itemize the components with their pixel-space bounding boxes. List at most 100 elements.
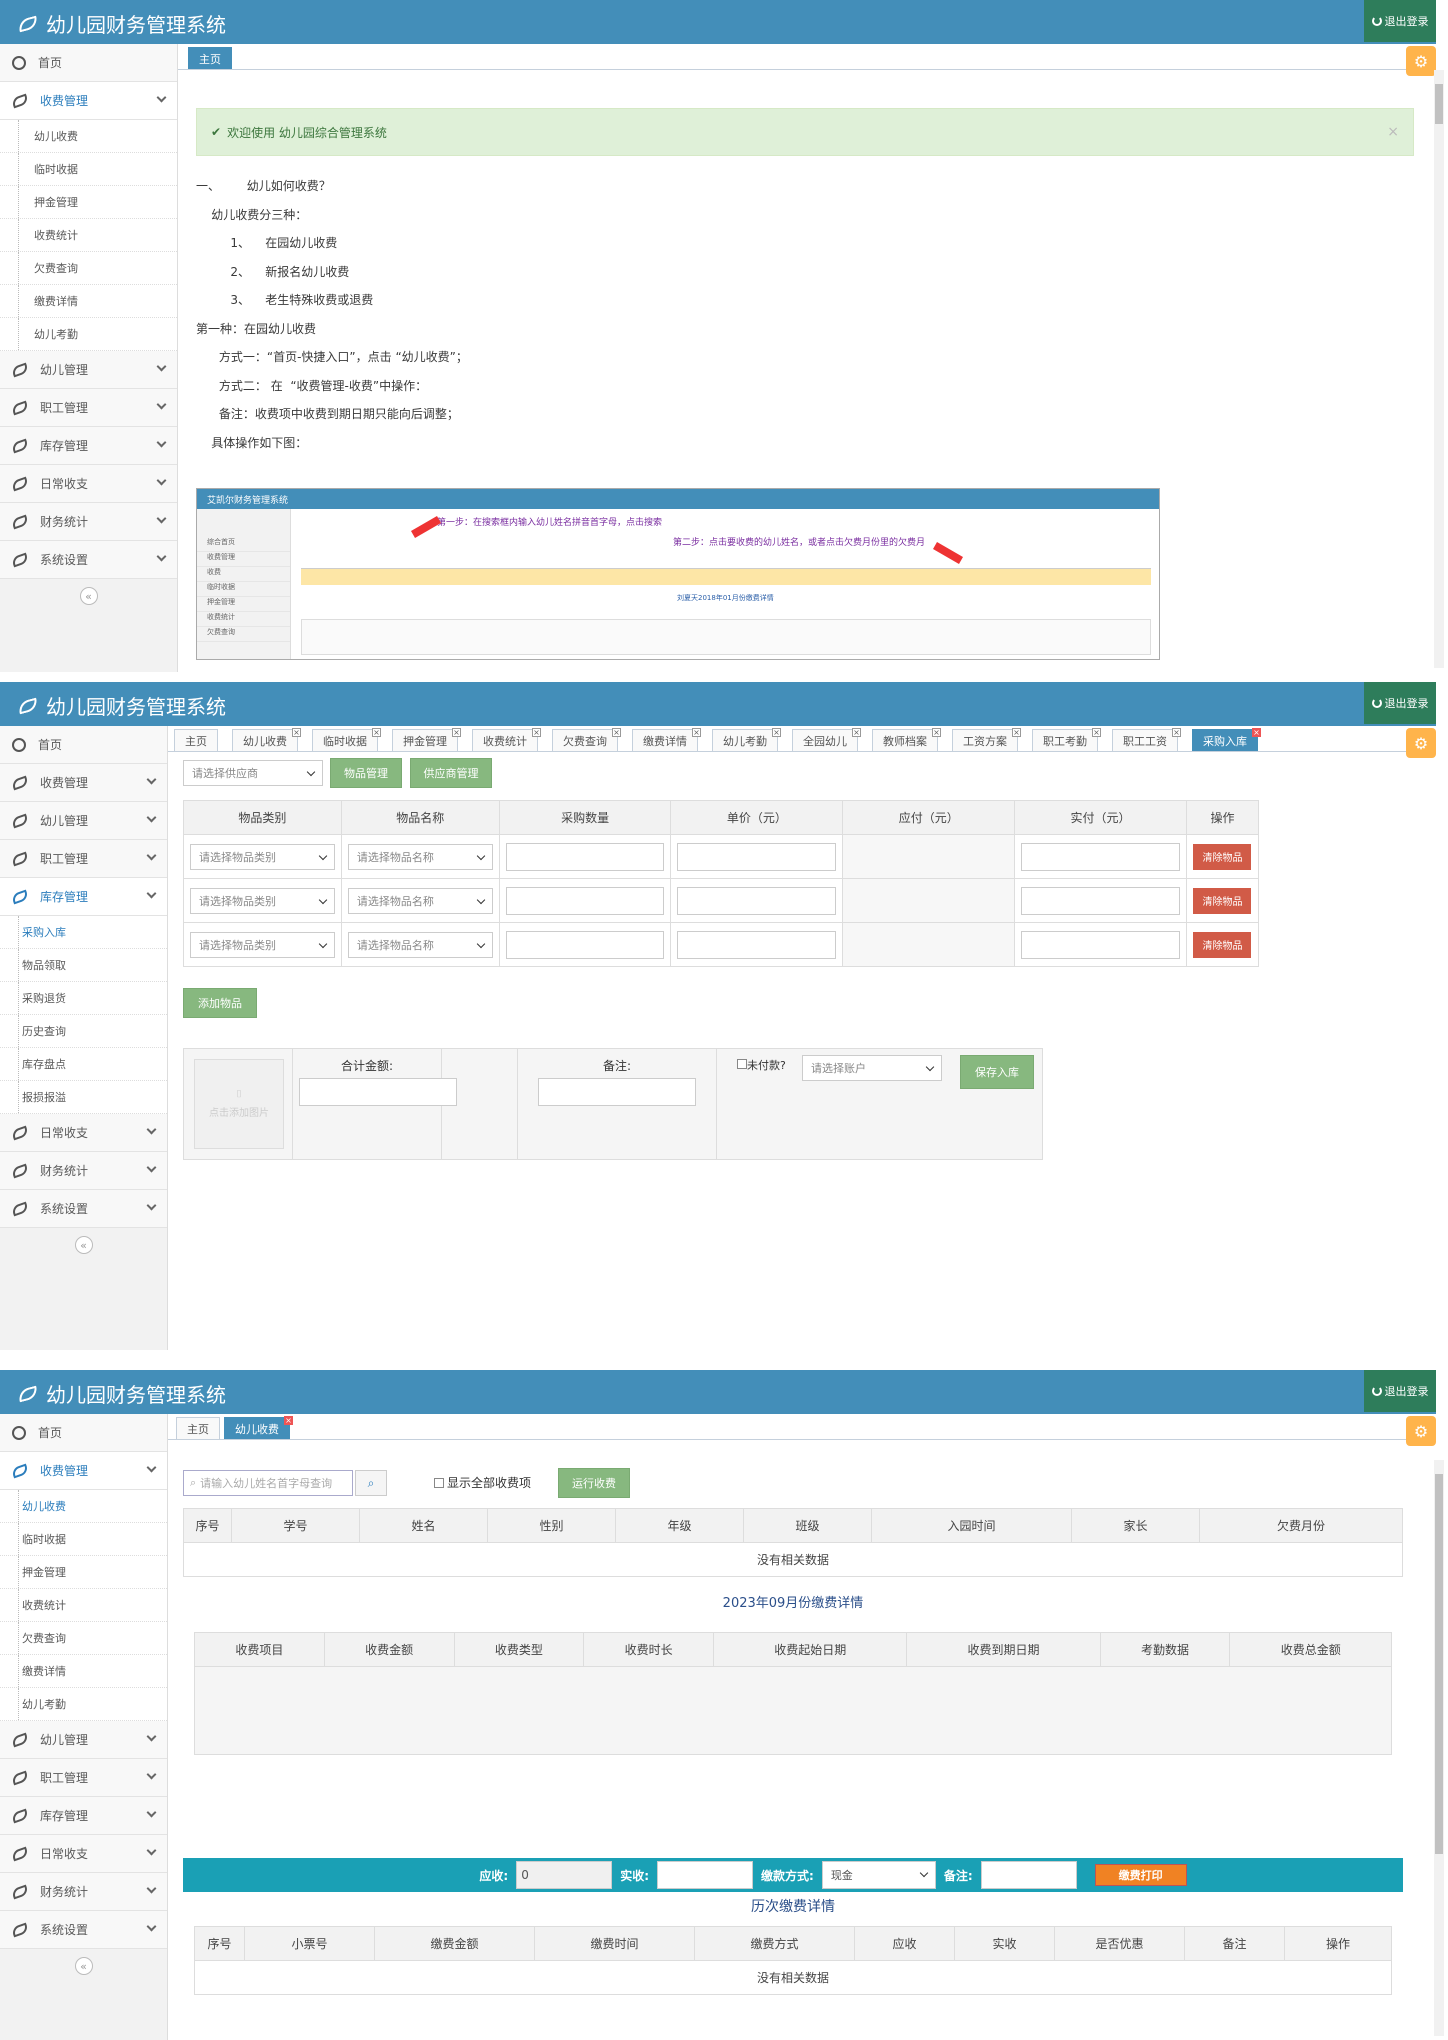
sidebar-subitem[interactable]: 收费统计 [0,219,177,252]
scrollbar[interactable] [1434,70,1444,668]
sidebar-item[interactable]: 收费管理 [0,764,167,802]
clear-item-button[interactable]: 清除物品 [1193,843,1252,870]
sidebar-subitem[interactable]: 报损报溢 [0,1081,167,1114]
gear-icon[interactable]: ⚙ [1406,728,1436,758]
sidebar-item[interactable]: 幼儿管理 [0,1721,167,1759]
collapse-sidebar-button[interactable]: « [79,587,98,605]
quantity-input[interactable] [505,842,665,871]
sidebar-item[interactable]: 库存管理 [0,878,167,916]
tab-active[interactable]: 采购入库 × [1192,728,1261,751]
checkbox[interactable] [434,1477,444,1488]
sidebar-subitem[interactable]: 押金管理 [0,186,177,219]
price-input[interactable] [677,886,837,915]
clear-item-button[interactable]: 清除物品 [1193,887,1252,914]
sidebar-item[interactable]: 职工管理 [0,840,167,878]
tab[interactable]: 职工工资 × [1112,728,1181,751]
sidebar-item[interactable]: 首页 [0,1414,167,1452]
sidebar-subitem[interactable]: 幼儿考勤 [0,1688,167,1721]
sidebar-subitem[interactable]: 物品领取 [0,949,167,982]
tab[interactable]: 收费统计 × [472,728,541,751]
tab[interactable]: 主页 [174,729,218,751]
paid-input[interactable] [1021,886,1180,915]
sidebar-subitem[interactable]: 临时收据 [0,153,177,186]
close-icon[interactable]: × [692,728,701,737]
search-input[interactable]: ⌕ 请输入幼儿姓名首字母查询 [183,1470,353,1496]
paid-input[interactable] [657,1861,753,1889]
sidebar-subitem[interactable]: 幼儿收费 [0,1490,167,1523]
scrollbar-thumb[interactable] [1435,1474,1443,1854]
gear-icon[interactable]: ⚙ [1406,46,1436,76]
tab[interactable]: 工资方案 × [952,728,1021,751]
run-fee-button[interactable]: 运行收费 [558,1468,630,1498]
sidebar-item[interactable]: 职工管理 [0,1759,167,1797]
sidebar-subitem[interactable]: 采购退货 [0,982,167,1015]
tab[interactable]: 缴费详情 × [632,728,701,751]
method-select[interactable]: 现金 [821,1861,936,1889]
sidebar-subitem[interactable]: 欠费查询 [0,252,177,285]
supplier-select[interactable]: 请选择供应商 [183,760,323,786]
sidebar-subitem[interactable]: 临时收据 [0,1523,167,1556]
search-button[interactable]: ⌕ [355,1470,387,1496]
sidebar-item-home[interactable]: 首页 [0,44,177,82]
close-icon[interactable]: × [372,728,381,737]
sidebar-item-finance[interactable]: 财务统计 [0,503,177,541]
scrollbar[interactable] [1434,1460,1444,2036]
sidebar-item-daily[interactable]: 日常收支 [0,465,177,503]
sidebar-subitem[interactable]: 采购入库 [0,916,167,949]
show-all-checkbox[interactable]: 显示全部收费项 [434,1474,531,1491]
sidebar-item[interactable]: 系统设置 [0,1190,167,1228]
tab[interactable]: 临时收据 × [312,728,381,751]
close-icon[interactable]: × [284,1416,293,1425]
category-select[interactable]: 请选择物品类别 [190,931,335,958]
close-icon[interactable]: × [932,728,941,737]
sidebar-item-stock[interactable]: 库存管理 [0,427,177,465]
paid-input[interactable] [1021,930,1180,959]
quantity-input[interactable] [505,930,665,959]
sidebar-item-fee[interactable]: 收费管理 [0,82,177,120]
add-item-button[interactable]: 添加物品 [183,988,257,1018]
tab-active[interactable]: 幼儿收费 × [224,1416,293,1439]
logout-button[interactable]: 退出登录 [1364,682,1436,724]
tab[interactable]: 幼儿考勤 × [712,728,781,751]
close-icon[interactable]: × [532,728,541,737]
tab[interactable]: 全园幼儿 × [792,728,861,751]
sidebar-subitem[interactable]: 幼儿考勤 [0,318,177,351]
sidebar-subitem[interactable]: 押金管理 [0,1556,167,1589]
item-select[interactable]: 请选择物品名称 [347,843,493,870]
gear-icon[interactable]: ⚙ [1406,1416,1436,1446]
tab[interactable]: 押金管理 × [392,728,461,751]
tab[interactable]: 教师档案 × [872,728,941,751]
save-stock-button[interactable]: 保存入库 [960,1055,1034,1089]
sidebar-item[interactable]: 幼儿管理 [0,802,167,840]
close-icon[interactable]: × [1252,728,1261,737]
logout-button[interactable]: 退出登录 [1364,1370,1436,1412]
quantity-input[interactable] [505,886,665,915]
sidebar-item-settings[interactable]: 系统设置 [0,541,177,579]
close-icon[interactable]: × [772,728,781,737]
total-input[interactable] [299,1078,457,1106]
category-select[interactable]: 请选择物品类别 [190,843,335,870]
price-input[interactable] [677,930,837,959]
clear-item-button[interactable]: 清除物品 [1193,931,1252,958]
category-select[interactable]: 请选择物品类别 [190,887,335,914]
sidebar-subitem[interactable]: 库存盘点 [0,1048,167,1081]
sidebar-subitem[interactable]: 历史查询 [0,1015,167,1048]
tab[interactable]: 幼儿收费 × [232,728,301,751]
sidebar-item[interactable]: 首页 [0,726,167,764]
paid-input[interactable] [1021,842,1180,871]
add-image-box[interactable]: ⌷ 点击添加图片 [194,1059,284,1149]
sidebar-subitem[interactable]: 幼儿收费 [0,120,177,153]
tab[interactable]: 职工考勤 × [1032,728,1101,751]
unpaid-checkbox[interactable]: 未付款? [737,1057,787,1075]
goods-manage-button[interactable]: 物品管理 [330,758,402,788]
close-icon[interactable]: × [292,728,301,737]
remark-input[interactable] [538,1078,696,1106]
tab-home[interactable]: 主页 [188,47,232,69]
sidebar-item[interactable]: 日常收支 [0,1835,167,1873]
sidebar-subitem[interactable]: 缴费详情 [0,1655,167,1688]
close-icon[interactable]: × [1172,728,1181,737]
sidebar-item[interactable]: 系统设置 [0,1911,167,1949]
collapse-sidebar-button[interactable]: « [74,1236,93,1254]
due-input[interactable]: 0 [516,1861,613,1889]
note-input[interactable] [980,1861,1077,1889]
